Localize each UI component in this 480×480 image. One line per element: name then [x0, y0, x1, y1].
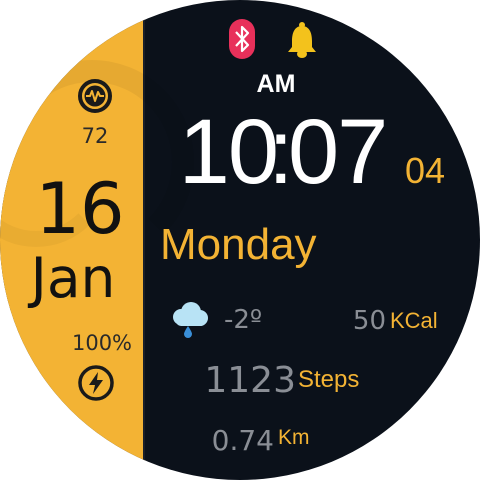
steps-value: 1123	[204, 360, 296, 401]
am-pm-indicator: AM	[256, 70, 296, 98]
weekday: Monday	[160, 220, 317, 269]
time-hours: 10	[178, 101, 279, 203]
heart-rate-icon[interactable]	[77, 78, 113, 114]
bluetooth-icon[interactable]	[229, 19, 255, 59]
watch-face: 72 16 Jan 100% AM 10 : 07 04 Monday -2º …	[0, 0, 480, 480]
bell-icon[interactable]	[286, 21, 318, 59]
battery-level: 100%	[71, 331, 133, 355]
steps-unit: Steps	[298, 366, 360, 393]
date-month: Jan	[30, 246, 116, 310]
time-colon: :	[268, 101, 294, 203]
distance-value: 0.74	[211, 424, 274, 457]
heart-rate-value: 72	[81, 124, 109, 148]
time-seconds: 04	[405, 150, 446, 191]
calories-value: 50	[352, 306, 386, 336]
distance-unit: Km	[278, 426, 310, 449]
temperature: -2º	[224, 305, 263, 335]
charging-bolt-icon[interactable]	[77, 364, 115, 402]
date-day: 16	[35, 168, 125, 250]
calories-unit: KCal	[390, 308, 438, 333]
time-minutes: 07	[288, 101, 388, 203]
rain-cloud-icon[interactable]	[168, 300, 212, 340]
